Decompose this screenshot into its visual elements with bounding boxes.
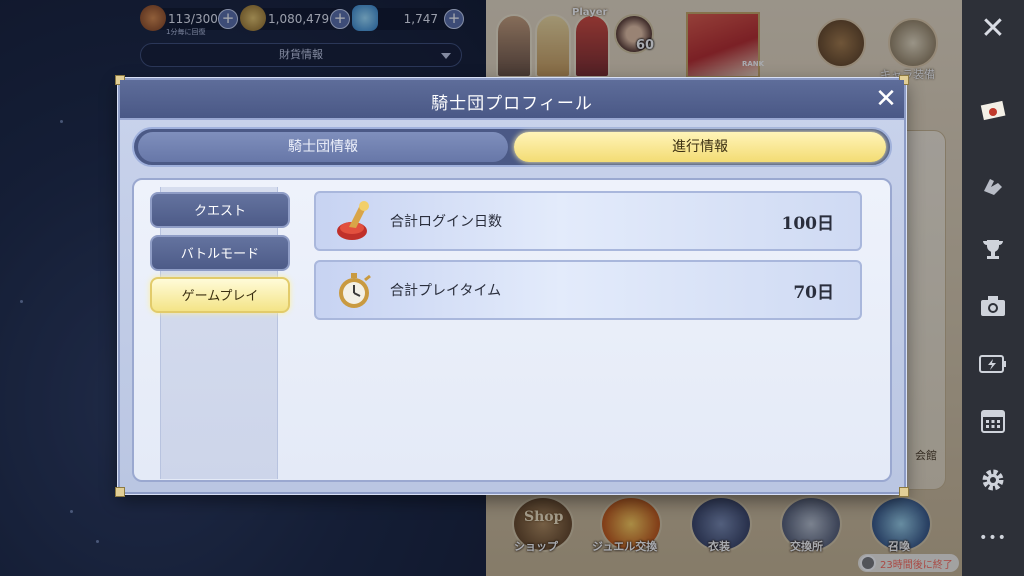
stat-row-total-play-time: 合計プレイタイム 70日	[314, 260, 862, 320]
tab-progress-info[interactable]: 進行情報	[514, 132, 886, 162]
camera-icon	[981, 296, 1005, 316]
right-sidebar: ✕ •••	[962, 0, 1024, 576]
progress-panel: クエスト バトルモード ゲームプレイ 合計ログイン日数 100日 合計プレイタイ…	[132, 178, 892, 482]
more-button[interactable]: •••	[962, 514, 1024, 562]
nav-quest[interactable]: クエスト	[150, 192, 290, 228]
mail-icon	[980, 100, 1006, 121]
gear-icon	[982, 469, 1004, 491]
profile-tabs: 騎士団情報 進行情報	[132, 127, 892, 167]
settings-button[interactable]	[962, 456, 1024, 504]
dialog-corner-ornament	[899, 487, 909, 497]
close-menu-button[interactable]: ✕	[962, 4, 1024, 52]
stat-label: 合計プレイタイム	[390, 283, 502, 299]
calendar-button[interactable]	[962, 396, 1024, 444]
stat-row-total-login-days: 合計ログイン日数 100日	[314, 191, 862, 251]
trophy-icon	[983, 240, 1003, 259]
stat-value: 100日	[781, 214, 835, 234]
knights-profile-dialog: 騎士団プロフィール ✕ 騎士団情報 進行情報 クエスト バトルモード ゲームプレ…	[115, 75, 909, 497]
dialog-title-bar: 騎士団プロフィール ✕	[120, 80, 904, 120]
close-icon: ✕	[875, 84, 897, 114]
calendar-icon	[981, 410, 1005, 433]
more-icon: •••	[979, 530, 1007, 546]
nav-game-play[interactable]: ゲームプレイ	[150, 277, 290, 313]
dialog-corner-ornament	[115, 487, 125, 497]
close-dialog-button[interactable]: ✕	[872, 86, 900, 114]
stopwatch-icon	[339, 273, 371, 308]
stat-label: 合計ログイン日数	[390, 214, 502, 230]
achievements-button[interactable]	[962, 226, 1024, 274]
close-icon: ✕	[980, 10, 1006, 46]
category-nav-column	[160, 187, 278, 479]
gauntlet-icon	[984, 179, 1002, 195]
battery-icon	[979, 355, 1006, 373]
dialog-title: 騎士団プロフィール	[431, 94, 593, 114]
screenshot-button[interactable]	[962, 282, 1024, 330]
stat-value: 70日	[793, 283, 834, 303]
mail-button[interactable]	[962, 86, 1024, 134]
tab-knights-info[interactable]: 騎士団情報	[138, 132, 508, 162]
nav-battle-mode[interactable]: バトルモード	[150, 235, 290, 271]
power-saving-button[interactable]	[962, 340, 1024, 388]
equipment-button[interactable]	[962, 162, 1024, 210]
trophy-icon	[337, 201, 369, 240]
